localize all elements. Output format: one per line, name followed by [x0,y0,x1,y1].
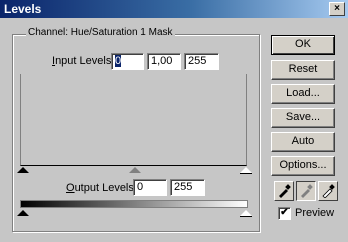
output-gradient-bar [20,200,248,208]
auto-button[interactable]: Auto [271,132,335,152]
title-bar: Levels × [0,0,348,18]
input-white-slider[interactable] [240,167,252,174]
input-gamma-slider[interactable] [129,167,141,173]
black-eyedropper-icon[interactable] [274,181,294,201]
save-button[interactable]: Save... [271,108,335,128]
histogram [20,74,247,166]
close-icon[interactable]: × [329,2,345,16]
ok-button[interactable]: OK [271,35,335,55]
output-black-slider[interactable] [17,210,29,216]
load-button[interactable]: Load... [271,84,335,104]
output-white-slider[interactable] [240,210,252,217]
output-black-field[interactable]: 0 [133,179,167,196]
reset-button[interactable]: Reset [271,60,335,80]
output-levels-label: Output Levels: [66,182,137,194]
preview-label: Preview [295,207,335,219]
window-title: Levels [4,2,42,16]
input-black-slider[interactable] [17,167,29,173]
gray-eyedropper-icon[interactable] [296,181,316,201]
output-white-field[interactable]: 255 [170,179,205,196]
levels-dialog: Levels × Channel: Hue/Saturation 1 Mask … [0,0,348,242]
channel-caption: Channel: Hue/Saturation 1 Mask [26,27,175,39]
input-gamma-field[interactable]: 1,00 [147,53,181,70]
input-black-field[interactable]: 0 [111,53,144,70]
input-levels-label: Input Levels: [52,55,115,67]
preview-checkbox[interactable]: ✔ [278,207,291,220]
input-white-field[interactable]: 255 [184,53,219,70]
options-button[interactable]: Options... [271,156,335,176]
white-eyedropper-icon[interactable] [318,181,338,201]
